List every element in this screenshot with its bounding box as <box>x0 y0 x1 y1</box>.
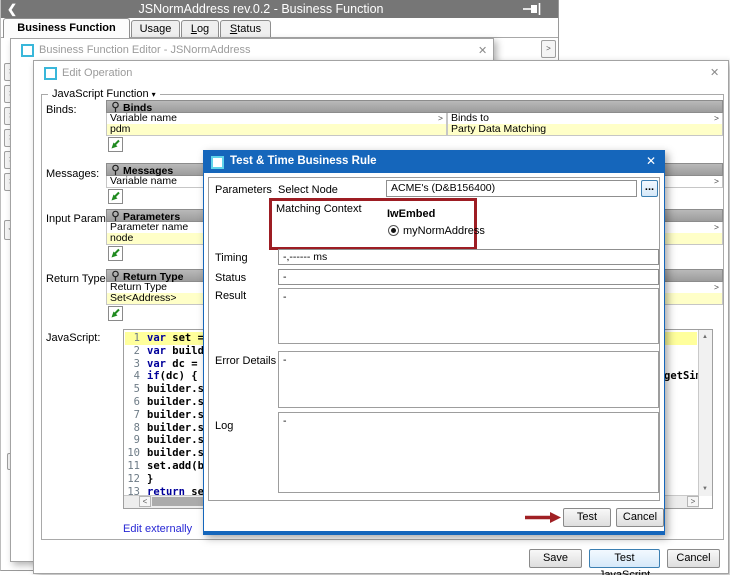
export-grid-icon[interactable] <box>108 189 123 204</box>
tab-business-function[interactable]: Business Function <box>3 18 130 38</box>
pin-icon <box>111 270 120 282</box>
code-line: 11set.add(bu <box>124 460 210 473</box>
return-type-label: Return Type: <box>46 273 109 285</box>
result-label: Result <box>215 290 246 302</box>
test-button[interactable]: Test <box>563 508 611 527</box>
code-line: 9builder.se <box>124 434 210 447</box>
export-grid-icon[interactable] <box>108 137 123 152</box>
close-icon[interactable]: ✕ <box>478 44 487 57</box>
status-value: - <box>278 269 659 285</box>
annotation-arrow-icon <box>524 511 562 524</box>
tab-bar: Business Function Usage Log Status <box>1 18 558 38</box>
binds-row-variable[interactable]: pdm <box>106 124 447 136</box>
dialog-title: Test & Time Business Rule <box>230 155 377 167</box>
close-icon[interactable]: ✕ <box>710 66 719 79</box>
timing-label: Timing <box>215 252 248 264</box>
scroll-right-icon[interactable]: > <box>687 496 699 507</box>
select-node-label: Select Node <box>278 184 338 196</box>
export-grid-icon[interactable] <box>108 246 123 261</box>
matching-context-group: IwEmbed <box>387 208 435 220</box>
result-area: - <box>278 288 659 344</box>
code-line: 4if(dc) { <box>124 370 198 383</box>
close-icon[interactable]: ✕ <box>646 154 656 168</box>
pin-icon <box>111 164 120 176</box>
screenshot-stage: ❮ JSNormAddress rev.0.2 - Business Funct… <box>0 0 730 575</box>
binds-label: Binds: <box>46 104 77 116</box>
code-line: 6builder.se <box>124 396 210 409</box>
mynormaddress-radio-label[interactable]: myNormAddress <box>403 225 485 237</box>
dialog-titlebar: Test & Time Business Rule ✕ <box>204 151 664 173</box>
log-area: - <box>278 412 659 493</box>
binds-section-header[interactable]: Binds <box>106 100 723 113</box>
select-node-input[interactable]: ACME's (D&B156400) <box>386 180 637 197</box>
code-line: 12} <box>124 473 153 486</box>
sort-chevron-icon[interactable]: > <box>714 113 719 124</box>
matching-context-label: Matching Context <box>276 203 362 215</box>
browse-button[interactable]: ... <box>641 180 658 197</box>
sort-chevron-icon[interactable]: > <box>714 176 719 187</box>
dialog-icon <box>44 67 57 80</box>
cancel-button[interactable]: Cancel <box>667 549 720 568</box>
error-details-area: - <box>278 351 659 408</box>
parameters-label: Parameters <box>215 184 272 196</box>
save-button[interactable]: Save <box>529 549 582 568</box>
vertical-scrollbar[interactable]: ▲ ▼ <box>698 330 712 496</box>
tab-usage[interactable]: Usage <box>131 20 180 37</box>
dialog-icon <box>211 156 224 169</box>
pin-icon[interactable] <box>523 3 543 15</box>
status-label: Status <box>215 272 246 284</box>
messages-label: Messages: <box>46 168 99 180</box>
test-javascript-button[interactable]: Test JavaScript <box>589 549 660 568</box>
edit-externally-link[interactable]: Edit externally <box>123 523 192 535</box>
dialog-icon <box>21 44 34 57</box>
scrollbar-thumb[interactable] <box>152 497 207 506</box>
scroll-up-icon[interactable]: ▲ <box>699 331 711 343</box>
code-line: 3var dc = r <box>124 358 210 371</box>
tab-status[interactable]: Status <box>220 20 271 37</box>
sort-chevron-icon[interactable]: > <box>714 282 719 293</box>
dialog-cancel-button[interactable]: Cancel <box>616 508 664 527</box>
chevron-down-icon: ▾ <box>152 90 156 99</box>
tab-log[interactable]: Log <box>181 20 219 37</box>
log-label: Log <box>215 420 233 432</box>
window-titlebar: ❮ JSNormAddress rev.0.2 - Business Funct… <box>1 0 558 18</box>
test-time-business-rule-dialog: Test & Time Business Rule ✕ Parameters S… <box>203 150 665 535</box>
binds-row-binds-to[interactable]: Party Data Matching <box>447 124 723 136</box>
pin-icon <box>111 101 120 113</box>
error-details-label: Error Details <box>215 355 276 367</box>
expander-button[interactable]: > <box>541 40 556 58</box>
dialog-title: Business Function Editor - JSNormAddress <box>39 44 251 56</box>
sort-chevron-icon[interactable]: > <box>714 222 719 233</box>
code-line: 8builder.se <box>124 422 210 435</box>
code-line: 5builder.se <box>124 383 210 396</box>
code-line: 1var set = <box>124 332 210 345</box>
mynormaddress-radio[interactable] <box>388 225 399 236</box>
sort-chevron-icon[interactable]: > <box>438 113 443 124</box>
javascript-label: JavaScript: <box>46 332 100 344</box>
pin-icon <box>111 210 120 222</box>
dialog-title: Edit Operation <box>62 67 132 79</box>
code-line: 2var builde <box>124 345 210 358</box>
code-line: 7builder.se <box>124 409 210 422</box>
export-grid-icon[interactable] <box>108 306 123 321</box>
window-title: JSNormAddress rev.0.2 - Business Functio… <box>1 2 521 16</box>
group-label[interactable]: JavaScript Function ▾ <box>48 88 160 100</box>
timing-value: -,------ ms <box>278 249 659 265</box>
code-line: 10builder.se <box>124 447 210 460</box>
scroll-left-icon[interactable]: < <box>139 496 151 507</box>
scroll-down-icon[interactable]: ▼ <box>699 483 711 495</box>
